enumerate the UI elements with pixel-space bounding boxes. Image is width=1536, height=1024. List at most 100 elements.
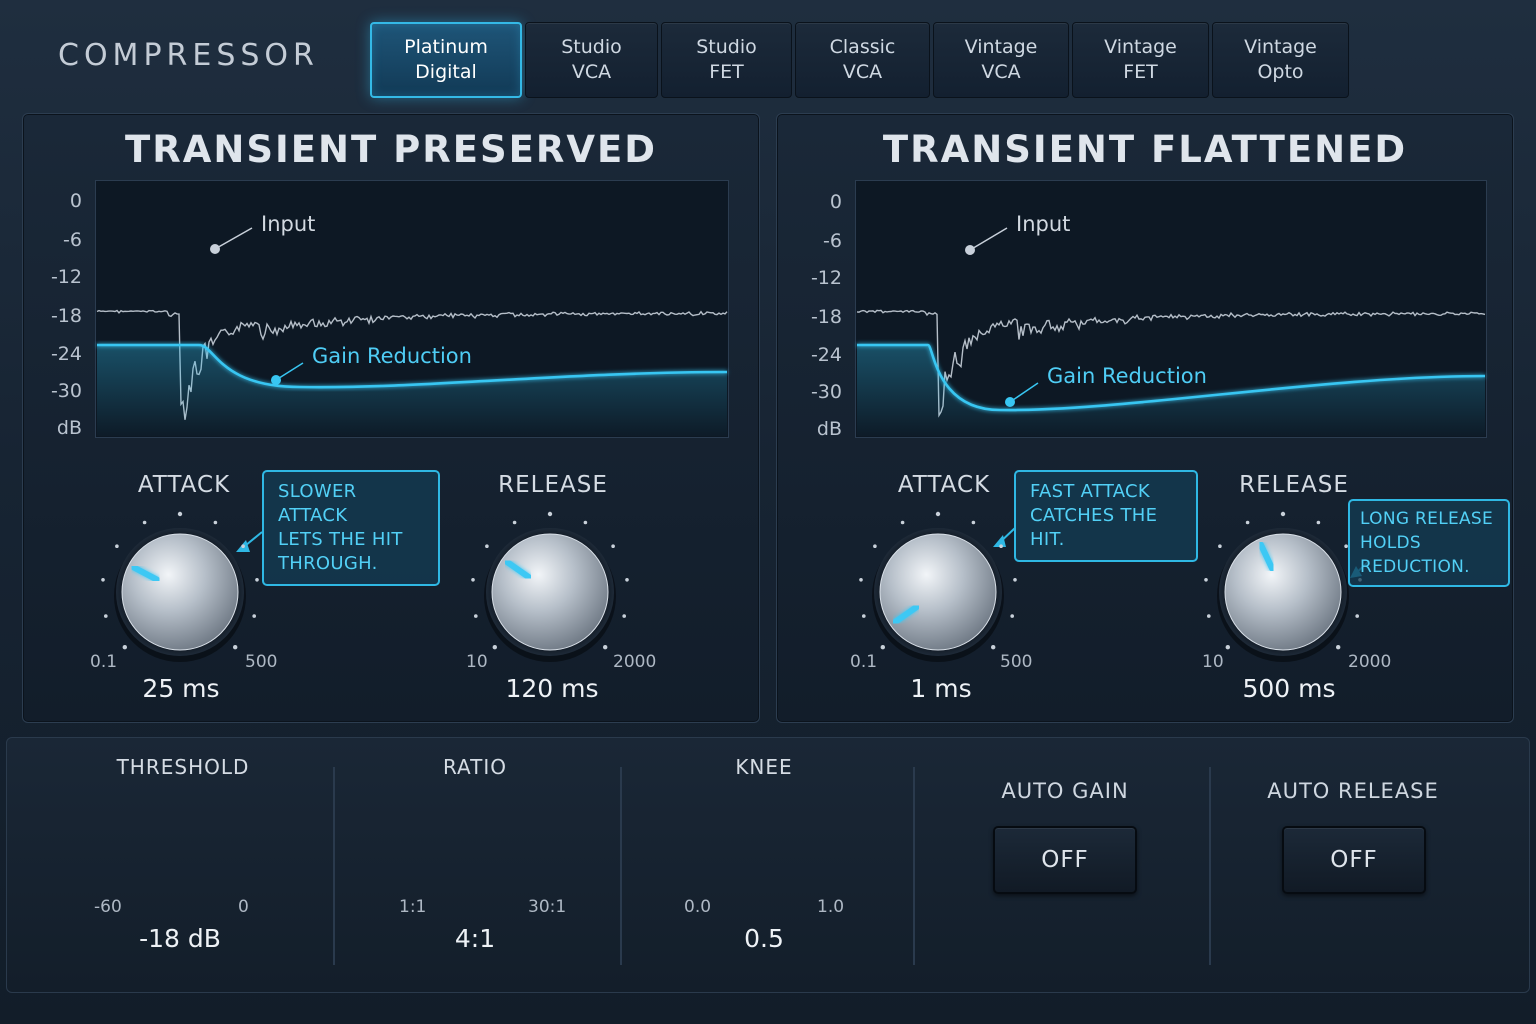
knob-tick (255, 578, 259, 582)
release-knob[interactable] (471, 511, 629, 662)
knob-tick (1013, 578, 1017, 582)
ratio-max-label: 30:1 (528, 897, 567, 917)
callout-line: THROUGH. (278, 553, 378, 574)
threshold-min-label: -60 (94, 897, 122, 917)
knob-tick (991, 645, 996, 650)
attack-max-label: 500 (1000, 652, 1033, 672)
knob-tick (547, 511, 553, 517)
release-knob[interactable] (1204, 511, 1362, 662)
threshold-value: -18 dB (139, 924, 221, 953)
knob-face (121, 533, 239, 651)
knob-tick (1010, 614, 1014, 618)
knob-tick (900, 520, 905, 525)
knob-tick (233, 645, 238, 650)
knob-tick (1204, 578, 1208, 582)
knee-min-label: 0.0 (684, 897, 712, 917)
knob-tick (999, 544, 1003, 548)
divider (333, 767, 335, 965)
divider (1209, 767, 1211, 965)
knob-tick (603, 645, 608, 650)
threshold-label: THRESHOLD (116, 755, 250, 779)
callout-line: HOLDS REDUCTION. (1360, 533, 1470, 577)
knob-tick (611, 544, 615, 548)
knob-tick (935, 511, 941, 517)
ratio-min-label: 1:1 (399, 897, 427, 917)
attack-value: 1 ms (910, 674, 972, 703)
knob-tick (1218, 544, 1222, 548)
input-legend-label: Input (261, 212, 316, 236)
knob-face (1224, 533, 1342, 651)
knob-tick (177, 511, 183, 517)
knob-tick (104, 614, 108, 618)
attack-min-label: 0.1 (90, 652, 118, 672)
release-min-label: 10 (1202, 652, 1224, 672)
threshold-max-label: 0 (238, 897, 249, 917)
knob-tick (241, 544, 245, 548)
release-label: RELEASE (498, 472, 608, 498)
knee-value: 0.5 (744, 924, 784, 953)
knob-tick (213, 520, 218, 525)
auto-gain-label: AUTO GAIN (1001, 779, 1129, 803)
knob-tick (485, 544, 489, 548)
auto-release-label: AUTO RELEASE (1267, 779, 1439, 803)
knob-tick (873, 544, 877, 548)
knob-tick (252, 614, 256, 618)
attack-value: 25 ms (142, 674, 220, 703)
knob-tick (512, 520, 517, 525)
knob-tick (101, 578, 105, 582)
callout-line: LETS THE HIT (278, 529, 403, 550)
release-label: RELEASE (1239, 472, 1349, 498)
knob-tick (880, 645, 885, 650)
callout-line: CATCHES THE HIT. (1030, 505, 1158, 550)
input-pointer-dot (965, 245, 975, 255)
knob-tick (971, 520, 976, 525)
auto-gain-toggle[interactable]: OFF (993, 826, 1137, 894)
input-pointer (969, 227, 1008, 251)
knob-tick (1355, 614, 1359, 618)
knob-tick (471, 578, 475, 582)
input-legend-label: Input (1016, 212, 1071, 236)
knob-face (491, 533, 609, 651)
knee-label: KNEE (735, 755, 793, 779)
knob-tick (625, 578, 629, 582)
attack-callout: FAST ATTACK CATCHES THE HIT. (1014, 470, 1198, 562)
knob-tick (583, 520, 588, 525)
attack-min-label: 0.1 (850, 652, 878, 672)
input-pointer-dot (210, 244, 220, 254)
knob-face (879, 533, 997, 651)
knob-tick (122, 645, 128, 650)
attack-knob[interactable] (859, 511, 1017, 662)
callout-line: SLOWER ATTACK (278, 481, 357, 526)
knob-tick (1280, 511, 1286, 517)
ratio-value: 4:1 (454, 924, 496, 953)
knob-tick (859, 578, 863, 582)
callout-line: LONG RELEASE (1360, 509, 1494, 529)
auto-release-toggle[interactable]: OFF (1282, 826, 1426, 894)
release-max-label: 2000 (613, 652, 657, 672)
ratio-label: RATIO (442, 755, 508, 779)
knob-tick (1225, 645, 1231, 650)
gain-reduction-pointer-dot (271, 375, 281, 385)
divider (620, 767, 622, 965)
knob-tick (492, 645, 497, 650)
release-min-label: 10 (466, 652, 488, 672)
auto-release-state: OFF (1330, 847, 1378, 873)
gain-reduction-pointer (1009, 382, 1039, 403)
attack-callout: SLOWER ATTACK LETS THE HIT THROUGH. (262, 470, 440, 586)
knob-tick (1316, 520, 1321, 525)
input-pointer (214, 227, 253, 250)
gain-reduction-legend-label: Gain Reduction (312, 344, 472, 368)
release-callout: LONG RELEASE HOLDS REDUCTION. (1348, 499, 1510, 587)
attack-knob[interactable] (101, 511, 259, 662)
auto-gain-state: OFF (1041, 847, 1089, 873)
gain-reduction-pointer-dot (1005, 397, 1015, 407)
knob-tick (862, 614, 866, 618)
knob-tick (1336, 645, 1341, 650)
knob-tick (115, 544, 119, 548)
knob-tick (1245, 520, 1250, 525)
knee-max-label: 1.0 (817, 897, 845, 917)
knob-tick (1207, 614, 1211, 618)
gain-reduction-legend-label: Gain Reduction (1047, 364, 1207, 388)
callout-line: FAST ATTACK (1030, 481, 1151, 502)
release-value: 120 ms (505, 674, 599, 703)
